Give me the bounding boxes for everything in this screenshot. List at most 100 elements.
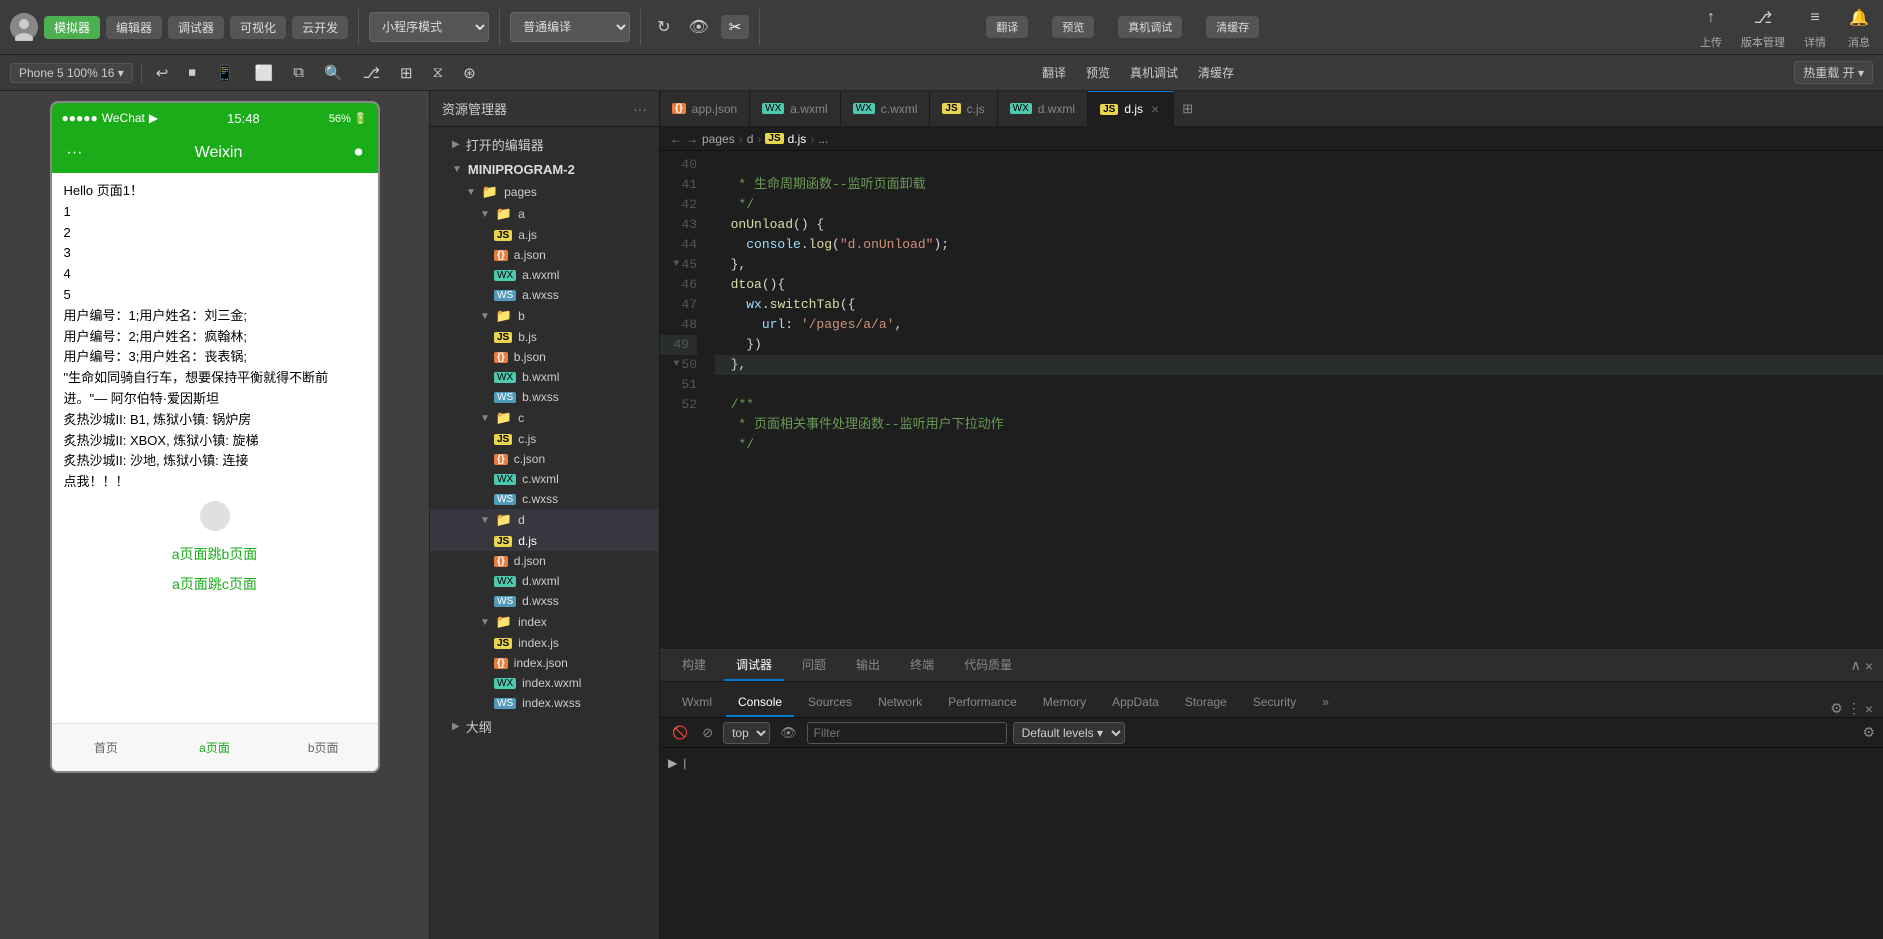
devtools-close-x[interactable]: ×: [1865, 701, 1873, 717]
project-section[interactable]: ▼ MINIPROGRAM-2: [430, 158, 659, 181]
tab-d-js[interactable]: JS d.js ×: [1088, 91, 1174, 127]
split-btn[interactable]: ⧖: [427, 62, 450, 83]
file-awxss[interactable]: WS a.wxss: [430, 285, 659, 305]
devtab-console[interactable]: Console: [726, 689, 794, 717]
file-cwxss[interactable]: WS c.wxss: [430, 489, 659, 509]
devtools-settings-btn[interactable]: ⚙: [1830, 700, 1843, 717]
tab-a-page[interactable]: a页面: [160, 735, 269, 760]
folder-d[interactable]: ▼ 📁 d: [430, 509, 659, 531]
file-ajson[interactable]: {} a.json: [430, 245, 659, 265]
tab-home[interactable]: 首页: [52, 735, 161, 760]
search-btn[interactable]: 🔍: [318, 62, 349, 84]
quality-tab[interactable]: 代码质量: [952, 650, 1024, 681]
file-bwxss[interactable]: WS b.wxss: [430, 387, 659, 407]
stop-btn[interactable]: ⏹: [182, 62, 202, 83]
tablet-icon-btn[interactable]: ⬜: [249, 62, 280, 84]
devtab-more[interactable]: »: [1310, 689, 1341, 717]
simulator-button[interactable]: 模拟器: [44, 16, 100, 39]
phone-icon-btn[interactable]: 📱: [210, 62, 241, 84]
phone-info[interactable]: Phone 5 100% 16 ▾: [10, 63, 133, 83]
content-click[interactable]: 点我！！！: [64, 472, 366, 493]
terminal-tab[interactable]: 终端: [898, 650, 946, 681]
file-dwxml[interactable]: WX d.wxml: [430, 571, 659, 591]
file-bjson[interactable]: {} b.json: [430, 347, 659, 367]
tab-app-json[interactable]: {} app.json: [660, 91, 750, 127]
file-indexwxml[interactable]: WX index.wxml: [430, 673, 659, 693]
refresh-button[interactable]: ↻: [651, 15, 676, 39]
devtab-security[interactable]: Security: [1241, 689, 1308, 717]
preview-button[interactable]: 预览: [1052, 16, 1094, 38]
file-ajs[interactable]: JS a.js: [430, 225, 659, 245]
file-cjson[interactable]: {} c.json: [430, 449, 659, 469]
compile-select[interactable]: 普通编译: [510, 12, 630, 42]
debugger-header-tab[interactable]: 调试器: [724, 650, 784, 681]
fe-icon-more[interactable]: ···: [633, 101, 647, 117]
tab-a-wxml[interactable]: WX a.wxml: [750, 91, 840, 127]
file-djs[interactable]: JS d.js: [430, 531, 659, 551]
eye-button[interactable]: 👁: [682, 15, 714, 39]
back-sec-btn[interactable]: ↩: [150, 62, 175, 84]
folder-a[interactable]: ▼ 📁 a: [430, 203, 659, 225]
file-awxml[interactable]: WX a.wxml: [430, 265, 659, 285]
devtab-network[interactable]: Network: [866, 689, 934, 717]
folder-index[interactable]: ▼ 📁 index: [430, 611, 659, 633]
editor-button[interactable]: 编辑器: [106, 16, 162, 39]
grid-btn[interactable]: ⊞: [394, 62, 419, 84]
context-select[interactable]: top: [723, 722, 770, 744]
console-clear-btn[interactable]: 🚫: [668, 723, 692, 743]
build-tab[interactable]: 构建: [670, 650, 718, 681]
console-eye-btn[interactable]: 👁: [776, 723, 801, 743]
file-djson[interactable]: {} d.json: [430, 551, 659, 571]
clear-cache-button[interactable]: 清缓存: [1206, 16, 1259, 38]
devtools-chevron-up[interactable]: ∧: [1851, 657, 1861, 674]
tab-c-js[interactable]: JS c.js: [930, 91, 997, 127]
mode-select[interactable]: 小程序模式: [369, 12, 489, 42]
devtools-close-btn[interactable]: ×: [1865, 658, 1873, 674]
console-filter-input[interactable]: [807, 722, 1007, 744]
real-debug-button[interactable]: 真机调试: [1118, 16, 1182, 38]
folder-b[interactable]: ▼ 📁 b: [430, 305, 659, 327]
devtools-vertical-dots[interactable]: ⋮: [1847, 700, 1861, 717]
tab-close-djs[interactable]: ×: [1149, 101, 1161, 117]
file-bjs[interactable]: JS b.js: [430, 327, 659, 347]
issues-tab[interactable]: 问题: [790, 650, 838, 681]
jump-b-link[interactable]: a页面跳b页面: [64, 539, 366, 569]
translate-button[interactable]: 翻译: [986, 16, 1028, 38]
breadcrumb-nav-fwd[interactable]: →: [686, 132, 698, 146]
tab-d-wxml[interactable]: WX d.wxml: [998, 91, 1088, 127]
console-filter-btn[interactable]: ⊘: [698, 723, 717, 743]
file-indexwxss[interactable]: WS index.wxss: [430, 693, 659, 713]
breadcrumb-nav-back[interactable]: ←: [670, 132, 682, 146]
outline-section[interactable]: ▶ 大纲: [430, 713, 659, 740]
file-dwxss[interactable]: WS d.wxss: [430, 591, 659, 611]
cursor-btn[interactable]: ⊛: [457, 62, 482, 84]
output-tab[interactable]: 输出: [844, 650, 892, 681]
devtab-storage[interactable]: Storage: [1173, 689, 1239, 717]
levels-select[interactable]: Default levels ▾: [1013, 722, 1125, 744]
tab-more[interactable]: ⊞: [1174, 101, 1201, 117]
file-cjs[interactable]: JS c.js: [430, 429, 659, 449]
devtab-wxml[interactable]: Wxml: [670, 689, 724, 717]
folder-c[interactable]: ▼ 📁 c: [430, 407, 659, 429]
file-bwxml[interactable]: WX b.wxml: [430, 367, 659, 387]
branch-btn[interactable]: ⎇: [357, 62, 386, 84]
devtab-memory[interactable]: Memory: [1031, 689, 1098, 717]
devtab-sources[interactable]: Sources: [796, 689, 864, 717]
open-editors-section[interactable]: ▶ 打开的编辑器: [430, 131, 659, 158]
copy-btn[interactable]: ⧉: [287, 62, 310, 83]
debugger-button[interactable]: 调试器: [168, 16, 224, 39]
pages-folder[interactable]: ▼ 📁 pages: [430, 181, 659, 203]
file-indexjson[interactable]: {} index.json: [430, 653, 659, 673]
file-indexjs[interactable]: JS index.js: [430, 633, 659, 653]
hotreload-toggle[interactable]: 热重载 开 ▾: [1794, 61, 1873, 84]
tab-c-wxml[interactable]: WX c.wxml: [841, 91, 931, 127]
cloud-button[interactable]: 云开发: [292, 16, 348, 39]
file-cwxml[interactable]: WX c.wxml: [430, 469, 659, 489]
devtab-performance[interactable]: Performance: [936, 689, 1029, 717]
visual-button[interactable]: 可视化: [230, 16, 286, 39]
devtab-appdata[interactable]: AppData: [1100, 689, 1171, 717]
jump-c-link[interactable]: a页面跳c页面: [64, 569, 366, 599]
tab-b-page[interactable]: b页面: [269, 735, 378, 760]
console-settings-btn[interactable]: ⚙: [1862, 724, 1875, 741]
cut-button[interactable]: ✂: [721, 15, 750, 39]
